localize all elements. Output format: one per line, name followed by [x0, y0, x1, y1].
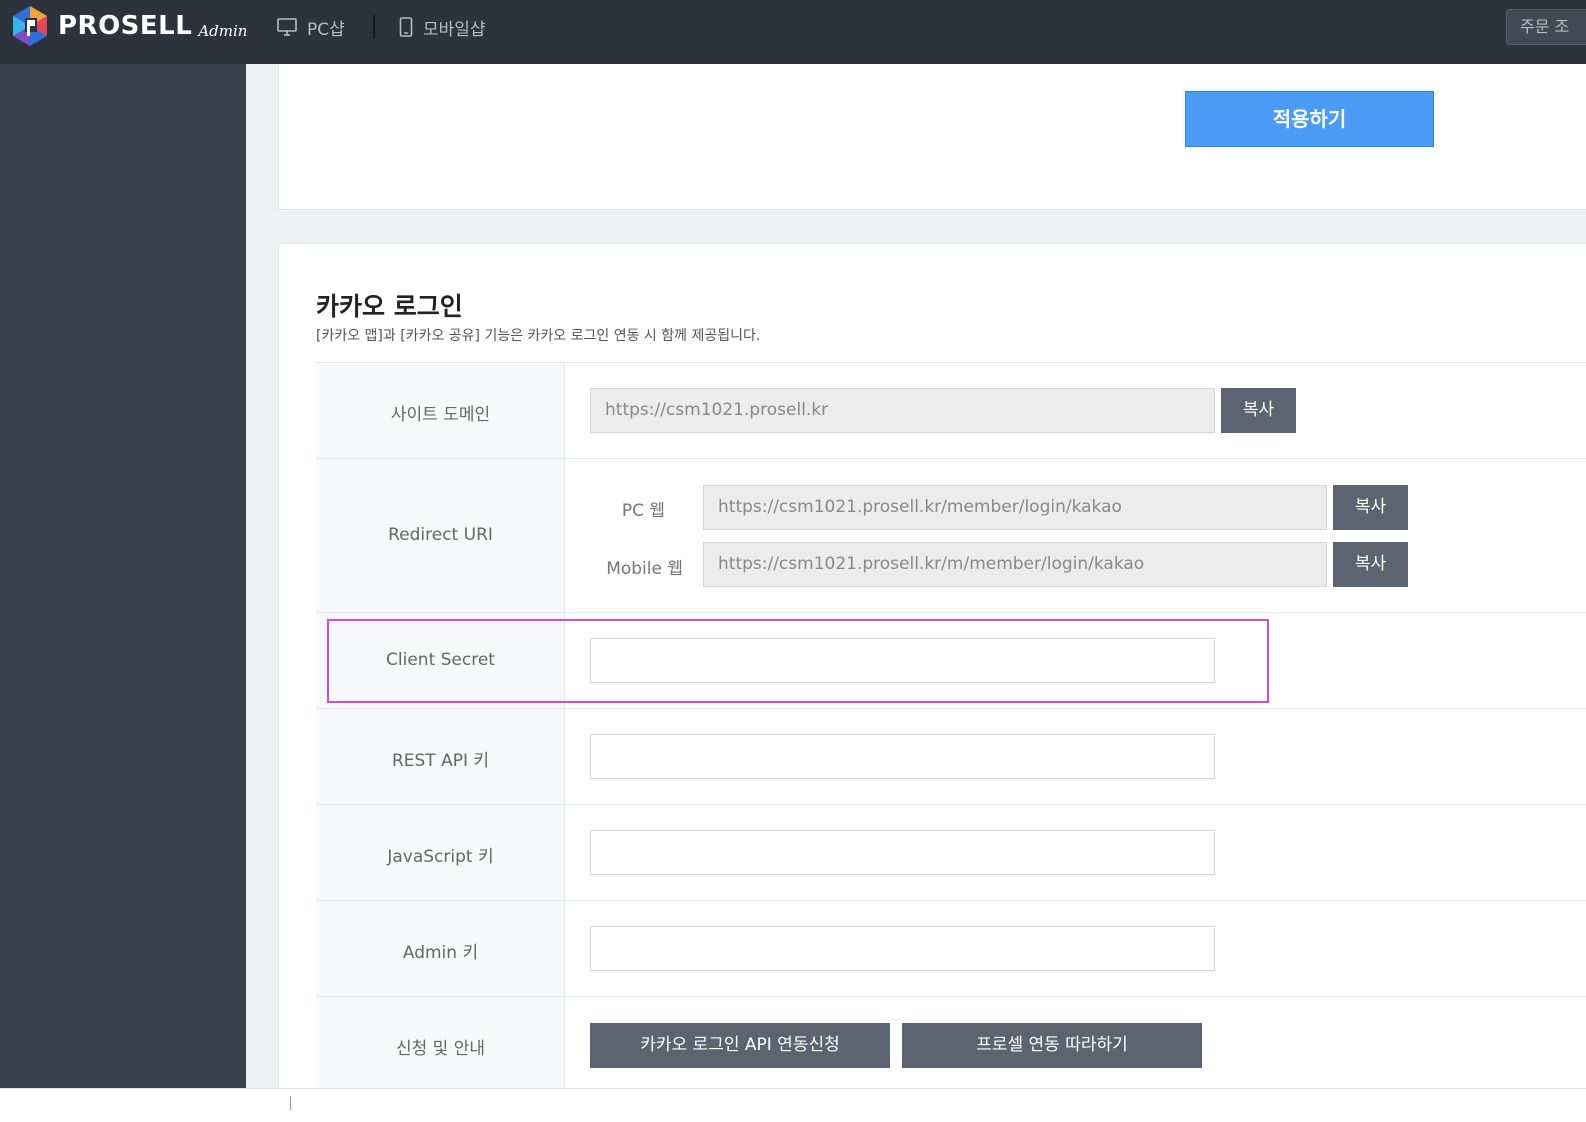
- row-divider: [316, 804, 1586, 805]
- label-column: [316, 363, 565, 1088]
- apply-guide-label: 신청 및 안내: [395, 1039, 485, 1059]
- apply-button[interactable]: 적용하기: [1185, 91, 1434, 147]
- text-cursor: [290, 1096, 291, 1110]
- admin-key-label: Admin 키: [402, 943, 479, 963]
- mobile-web-label: Mobile 웹: [606, 559, 683, 579]
- rest-api-key-input[interactable]: [590, 734, 1215, 779]
- section-title: 카카오 로그인: [316, 292, 463, 321]
- nav-pc-shop-label: PC샵: [307, 19, 345, 40]
- admin-key-input[interactable]: [590, 926, 1215, 971]
- nav-mobile-shop-label: 모바일샵: [423, 19, 486, 40]
- row-divider: [316, 612, 1586, 613]
- top-bar: PROSELL Admin PC샵 모바일샵 주문 조: [0, 0, 1586, 64]
- row-divider: [316, 458, 1586, 459]
- sidebar: [0, 64, 246, 1088]
- row-divider: [316, 900, 1586, 901]
- redirect-uri-label: Redirect URI: [388, 525, 493, 545]
- pc-web-label: PC 웹: [621, 501, 665, 521]
- mobile-icon: [399, 17, 413, 37]
- row-divider: [316, 996, 1586, 997]
- kakao-api-request-button[interactable]: 카카오 로그인 API 연동신청: [590, 1023, 890, 1068]
- site-domain-label: 사이트 도메인: [390, 405, 491, 425]
- row-divider: [316, 708, 1586, 709]
- pc-redirect-uri-field[interactable]: https://csm1021.prosell.kr/member/login/…: [703, 485, 1327, 530]
- copy-site-domain-button[interactable]: 복사: [1221, 388, 1296, 433]
- javascript-key-input[interactable]: [590, 830, 1215, 875]
- nav-pc-shop[interactable]: PC샵: [277, 14, 345, 40]
- nav-mobile-shop[interactable]: 모바일샵: [399, 14, 486, 40]
- javascript-key-label: JavaScript 키: [387, 847, 494, 867]
- logo[interactable]: PROSELL Admin: [10, 4, 247, 48]
- order-search-button[interactable]: 주문 조: [1506, 9, 1586, 45]
- site-domain-field[interactable]: https://csm1021.prosell.kr: [590, 388, 1215, 433]
- logo-text: PROSELL: [58, 11, 193, 41]
- nav-divider: [373, 15, 375, 39]
- copy-pc-redirect-button[interactable]: 복사: [1333, 485, 1408, 530]
- copy-mobile-redirect-button[interactable]: 복사: [1333, 542, 1408, 587]
- mobile-redirect-uri-field[interactable]: https://csm1021.prosell.kr/m/member/logi…: [703, 542, 1327, 587]
- monitor-icon: [277, 18, 297, 36]
- rest-api-key-label: REST API 키: [391, 751, 490, 771]
- bottom-bar: [0, 1088, 1586, 1122]
- logo-sub-text: Admin: [198, 22, 248, 40]
- prosell-follow-guide-button[interactable]: 프로셀 연동 따라하기: [902, 1023, 1202, 1068]
- section-description: [카카오 맵]과 [카카오 공유] 기능은 카카오 로그인 연동 시 함께 제공…: [316, 328, 761, 344]
- prosell-logo-icon: [13, 6, 47, 46]
- client-secret-highlight: [327, 619, 1269, 703]
